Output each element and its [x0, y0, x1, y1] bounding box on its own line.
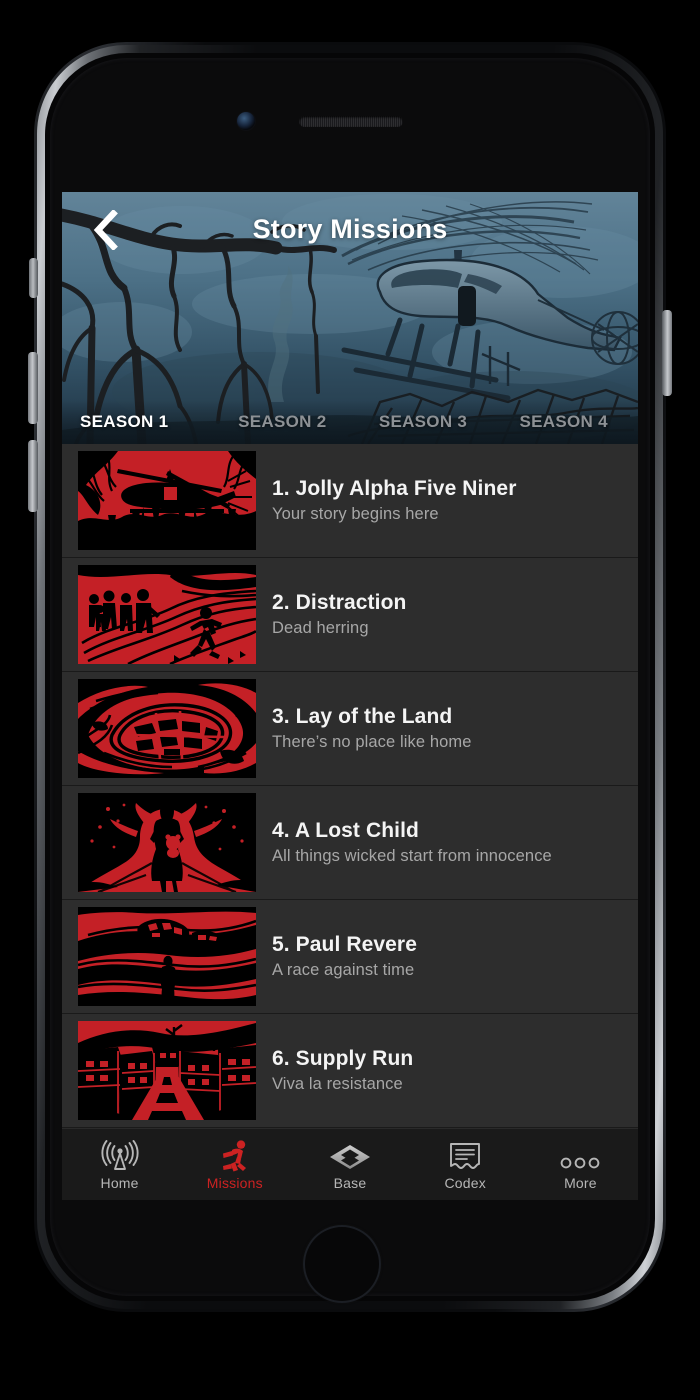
chevron-left-icon [93, 210, 118, 250]
silent-switch[interactable] [29, 258, 38, 298]
mission-text: 2. Distraction Dead herring [256, 591, 416, 638]
tab-label: Missions [206, 1175, 263, 1191]
mission-title: 2. Distraction [272, 591, 407, 614]
bottom-tab-bar: Home Missions Base Codex More [62, 1128, 638, 1200]
mission-thumbnail-crowd-runner [78, 565, 256, 664]
mission-subtitle: All things wicked start from innocence [272, 847, 552, 865]
tab-more[interactable]: More [523, 1129, 638, 1200]
season-tab-4[interactable]: SEASON 4 [493, 412, 638, 432]
front-camera [237, 112, 255, 130]
helicopter-art-icon [78, 451, 256, 550]
phone-screen: Story Missions SEASON 1 SEASON 2 SEASON … [62, 192, 638, 1200]
tab-label: Codex [444, 1175, 486, 1191]
mission-row[interactable]: 6. Supply Run Viva la resistance [62, 1014, 638, 1128]
mission-subtitle: There’s no place like home [272, 733, 472, 751]
mission-thumbnail-town-street [78, 1021, 256, 1120]
power-button[interactable] [662, 310, 672, 396]
volume-up-button[interactable] [28, 352, 38, 424]
running-figure-icon [219, 1138, 251, 1172]
mission-row[interactable]: 1. Jolly Alpha Five Niner Your story beg… [62, 444, 638, 558]
tab-base[interactable]: Base [292, 1129, 407, 1200]
season-tab-bar: SEASON 1 SEASON 2 SEASON 3 SEASON 4 [62, 400, 638, 444]
diamond-base-icon [328, 1138, 372, 1172]
child-on-road-art-icon [78, 793, 256, 892]
mission-subtitle: A race against time [272, 961, 415, 979]
season-tab-1[interactable]: SEASON 1 [62, 412, 212, 432]
tab-missions[interactable]: Missions [177, 1129, 292, 1200]
mission-title: 3. Lay of the Land [272, 705, 453, 728]
radio-tower-icon [100, 1138, 140, 1172]
mission-row[interactable]: 4. A Lost Child All things wicked start … [62, 786, 638, 900]
mission-row[interactable]: 2. Distraction Dead herring [62, 558, 638, 672]
tab-label: Home [100, 1175, 139, 1191]
season-tab-2[interactable]: SEASON 2 [212, 412, 353, 432]
volume-down-button[interactable] [28, 440, 38, 512]
mission-text: 3. Lay of the Land There’s no place like… [256, 705, 482, 752]
mission-list: 1. Jolly Alpha Five Niner Your story beg… [62, 444, 638, 1128]
tab-label: More [564, 1175, 597, 1191]
mission-text: 6. Supply Run Viva la resistance [256, 1047, 423, 1094]
mission-subtitle: Viva la resistance [272, 1075, 403, 1093]
mission-title: 4. A Lost Child [272, 819, 419, 842]
mission-text: 4. A Lost Child All things wicked start … [256, 819, 562, 866]
season-tab-3[interactable]: SEASON 3 [353, 412, 494, 432]
mission-title: 6. Supply Run [272, 1047, 414, 1070]
mission-thumbnail-runner-landscape [78, 907, 256, 1006]
mission-thumbnail-township-map [78, 679, 256, 778]
tab-label: Base [333, 1175, 367, 1191]
screenshot-root: Story Missions SEASON 1 SEASON 2 SEASON … [0, 0, 700, 1400]
mission-subtitle: Dead herring [272, 619, 369, 637]
mission-title: 1. Jolly Alpha Five Niner [272, 477, 517, 500]
three-dots-icon [558, 1138, 602, 1172]
runner-landscape-art-icon [78, 907, 256, 1006]
town-street-art-icon [78, 1021, 256, 1120]
hero-banner: Story Missions SEASON 1 SEASON 2 SEASON … [62, 192, 638, 444]
mission-subtitle: Your story begins here [272, 505, 439, 523]
mission-row[interactable]: 3. Lay of the Land There’s no place like… [62, 672, 638, 786]
mission-text: 5. Paul Revere A race against time [256, 933, 427, 980]
mission-text: 1. Jolly Alpha Five Niner Your story beg… [256, 477, 526, 524]
page-title: Story Missions [252, 214, 448, 244]
mission-thumbnail-child-on-road [78, 793, 256, 892]
back-button[interactable] [84, 210, 124, 250]
tab-codex[interactable]: Codex [408, 1129, 523, 1200]
mission-thumbnail-helicopter [78, 451, 256, 550]
mission-title: 5. Paul Revere [272, 933, 417, 956]
home-button[interactable] [303, 1225, 381, 1303]
crowd-runner-art-icon [78, 565, 256, 664]
earpiece-speaker [299, 116, 403, 127]
tab-home[interactable]: Home [62, 1129, 177, 1200]
township-map-art-icon [78, 679, 256, 778]
mission-row[interactable]: 5. Paul Revere A race against time [62, 900, 638, 1014]
document-icon [448, 1138, 482, 1172]
